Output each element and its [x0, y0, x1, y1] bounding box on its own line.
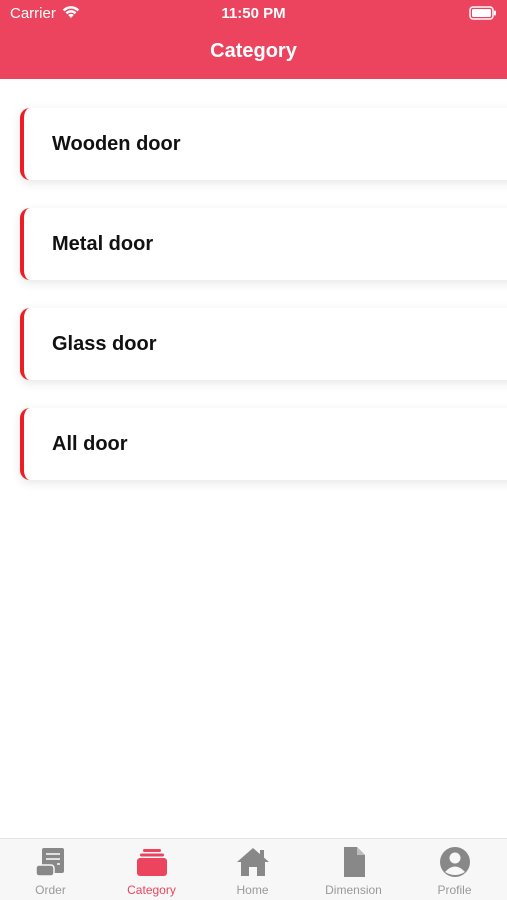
tab-label: Profile	[437, 883, 472, 897]
home-icon	[237, 848, 269, 876]
bottom-tab-bar: Order Category Home Dimension Profile	[0, 838, 507, 900]
category-label: Wooden door	[52, 133, 181, 155]
scroll-icon	[35, 848, 64, 877]
tab-category[interactable]: Category	[101, 839, 202, 900]
tab-label: Order	[35, 883, 66, 897]
category-item-glass-door[interactable]: Glass door	[20, 308, 507, 380]
category-item-all-door[interactable]: All door	[20, 408, 507, 480]
tab-label: Home	[236, 883, 269, 897]
top-header: Carrier 11:50 PM Category	[0, 0, 507, 79]
battery-icon	[469, 6, 496, 20]
profile-icon	[440, 847, 470, 877]
category-label: Glass door	[52, 333, 157, 355]
category-label: Metal door	[52, 233, 154, 255]
tab-profile[interactable]: Profile	[404, 839, 505, 900]
clock: 11:50 PM	[221, 5, 286, 22]
tab-home[interactable]: Home	[202, 839, 303, 900]
tab-dimension[interactable]: Dimension	[303, 839, 404, 900]
tab-label: Dimension	[325, 883, 382, 897]
page-title: Category	[210, 40, 297, 62]
tab-order[interactable]: Order	[0, 839, 101, 900]
document-icon	[344, 847, 365, 877]
category-icon	[137, 849, 167, 876]
status-bar: Carrier 11:50 PM	[0, 0, 507, 28]
category-label: All door	[52, 433, 128, 455]
tab-label: Category	[127, 883, 176, 897]
category-item-wooden-door[interactable]: Wooden door	[20, 108, 507, 180]
category-item-metal-door[interactable]: Metal door	[20, 208, 507, 280]
